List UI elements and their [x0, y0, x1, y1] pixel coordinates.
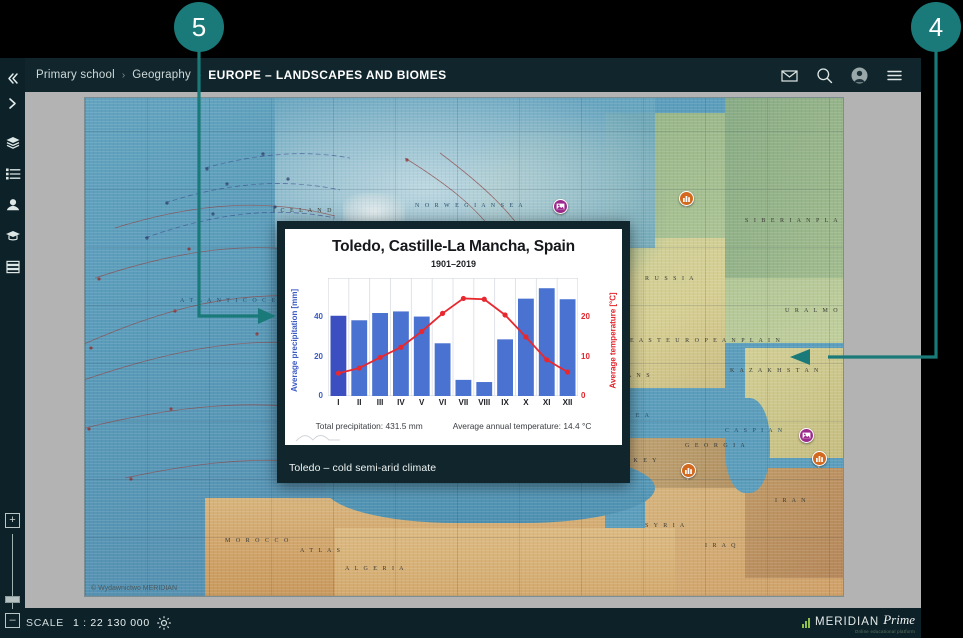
marker-pin [799, 428, 814, 443]
map-marker-climate-chart[interactable] [812, 451, 829, 468]
brand-name: MERIDIAN [814, 616, 880, 628]
chart-footnotes: Total precipitation: 431.5 mm Average an… [285, 421, 622, 431]
map-marker-photo[interactable] [799, 428, 816, 445]
app-root: Primary school › Geography › EUROPE – LA… [0, 0, 963, 638]
x-tick-label: XI [542, 398, 551, 407]
brand-row: MERIDIAN Prime [795, 612, 915, 628]
y-tick-label-left: 20 [314, 351, 323, 361]
y-tick-label-right: 0 [581, 391, 586, 400]
avatar-icon[interactable] [851, 67, 868, 84]
y-tick-label-right: 10 [581, 351, 590, 361]
rail-nav [0, 134, 25, 275]
marker-pin [681, 463, 696, 478]
app-header: Primary school › Geography › EUROPE – LA… [0, 58, 921, 92]
x-tick-label: IX [501, 398, 509, 407]
total-precipitation-text: Total precipitation: 431.5 mm [315, 421, 423, 431]
breadcrumb-separator: › [197, 69, 202, 81]
header-actions [781, 58, 903, 92]
y-tick-label-left: 40 [314, 312, 323, 322]
marker-pin [812, 451, 827, 466]
x-tick-label: V [419, 398, 425, 407]
zoom-slider-track[interactable] [5, 534, 20, 609]
y-axis-label-precipitation: Average precipitation [mm] [290, 288, 300, 392]
page-title: EUROPE – LANDSCAPES AND BIOMES [208, 68, 447, 82]
climate-chart-svg [328, 278, 578, 396]
watermark-wave-icon [295, 435, 340, 442]
brand-tagline: Online educational platform [854, 629, 915, 634]
zoom-control: + – [5, 513, 21, 628]
x-tick-label: III [376, 398, 384, 407]
expand-panel-button[interactable] [0, 91, 25, 116]
map-marker-climate-chart[interactable] [679, 191, 696, 208]
y-tick-label-left: 0 [318, 391, 323, 400]
breadcrumb-item-primary-school[interactable]: Primary school [36, 69, 115, 81]
brand-tier: Prime [883, 612, 915, 627]
chart-subtitle: 1901–2019 [430, 259, 477, 269]
x-tick-label: I [337, 398, 340, 407]
mail-icon[interactable] [781, 67, 798, 84]
x-tick-label: II [357, 398, 362, 407]
brand-bars-icon [801, 617, 810, 628]
chart-plot-area: Average precipitation [mm] Average tempe… [285, 276, 622, 407]
map-marker-climate-chart[interactable] [681, 463, 698, 480]
sidebar-item-layers[interactable] [4, 134, 21, 151]
collapse-panel-button[interactable] [0, 66, 25, 91]
search-icon[interactable] [816, 67, 833, 84]
y-tick-label-right: 20 [581, 312, 590, 322]
callout-number-4: 4 [911, 2, 961, 52]
map-marker-photo[interactable] [553, 199, 570, 216]
scale-label: SCALE [26, 617, 64, 629]
x-tick-label: VIII [478, 398, 491, 407]
brand-logo: MERIDIAN Prime Online educational platfo… [795, 612, 915, 634]
breadcrumb-item-geography[interactable]: Geography [132, 69, 191, 81]
sidebar-item-legend[interactable] [4, 165, 21, 182]
x-tick-label: VI [438, 398, 447, 407]
y-axis-label-temperature: Average temperature [°C] [608, 291, 618, 389]
breadcrumb: Primary school › Geography › EUROPE – LA… [36, 68, 447, 82]
x-tick-label: VII [458, 398, 469, 407]
x-tick-label: XII [562, 398, 573, 407]
zoom-in-button[interactable]: + [5, 513, 20, 528]
gear-icon[interactable] [156, 615, 172, 631]
map-credit: © Wydawnictwo MERIDIAN [91, 585, 177, 592]
left-rail: + – [0, 58, 25, 638]
marker-pin [679, 191, 694, 206]
zoom-out-button[interactable]: – [5, 613, 20, 628]
x-axis-ticks: I II III IV V VI VII VIII IX X XI XII [328, 398, 578, 407]
scale-value: 1 : 22 130 000 [72, 617, 150, 629]
x-tick-label: X [523, 398, 529, 407]
x-tick-label: IV [397, 398, 405, 407]
rail-toggles [0, 66, 25, 116]
sidebar-item-library[interactable] [4, 258, 21, 275]
breadcrumb-separator: › [121, 69, 126, 81]
chart-card: Toledo, Castille-La Mancha, Spain 1901–2… [285, 229, 622, 445]
app-footer: SCALE 1 : 22 130 000 MERIDIAN Prime Onli… [0, 608, 921, 638]
sidebar-item-lessons[interactable] [4, 227, 21, 244]
callout-number-5: 5 [174, 2, 224, 52]
popup-caption: Toledo – cold semi-arid climate [289, 462, 437, 474]
marker-pin [553, 199, 568, 214]
menu-icon[interactable] [886, 67, 903, 84]
average-temperature-text: Average annual temperature: 14.4 °C [452, 421, 592, 431]
climate-chart-popup[interactable]: Toledo, Castille-La Mancha, Spain 1901–2… [277, 221, 630, 483]
chart-title: Toledo, Castille-La Mancha, Spain [332, 238, 575, 255]
chart-plot-box [328, 278, 578, 396]
sidebar-item-places[interactable] [4, 196, 21, 213]
zoom-slider-thumb[interactable] [5, 596, 20, 603]
